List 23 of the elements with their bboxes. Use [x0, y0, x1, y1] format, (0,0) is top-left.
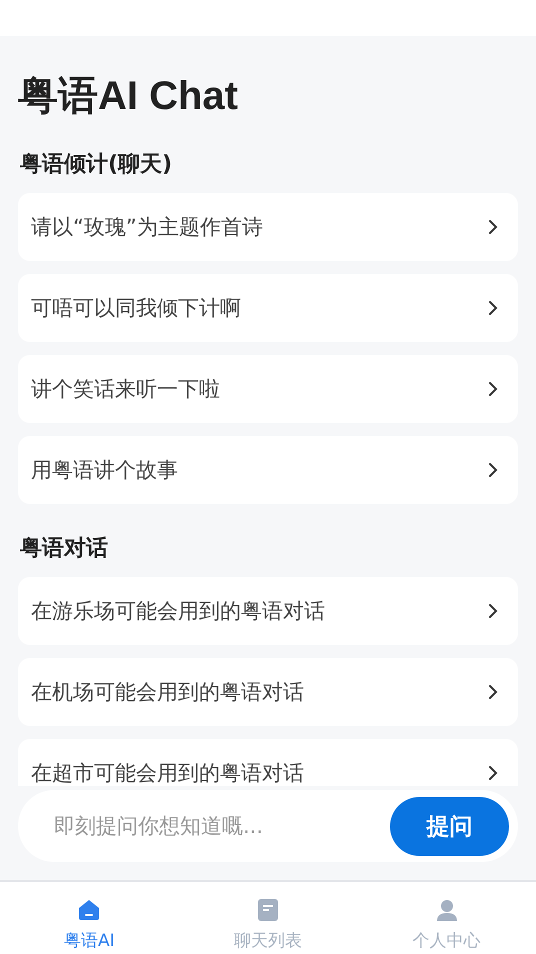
page-title: 粤语AI Chat	[18, 73, 239, 120]
prompt-card[interactable]: 在游乐场可能会用到的粤语对话	[18, 577, 518, 645]
prompt-card[interactable]: 可唔可以同我倾下计啊	[18, 274, 518, 342]
person-icon	[436, 899, 458, 921]
prompt-card[interactable]: 在超市可能会用到的粤语对话	[18, 739, 518, 786]
ask-button[interactable]: 提问	[390, 796, 509, 856]
chevron-icon	[488, 462, 498, 478]
prompt-card[interactable]: 请以“玫瑰”为主题作首诗	[18, 193, 518, 261]
chevron-icon	[488, 300, 498, 316]
prompt-card[interactable]: 在机场可能会用到的粤语对话	[18, 658, 518, 726]
chevron-icon	[488, 765, 498, 781]
prompt-card[interactable]: 用粤语讲个故事	[18, 436, 518, 504]
prompt-card[interactable]: 讲个笑话来听一下啦	[18, 355, 518, 423]
chevron-icon	[488, 381, 498, 397]
chevron-icon	[488, 603, 498, 619]
chevron-icon	[488, 219, 498, 235]
nav-tab[interactable]: 粤语AI	[0, 882, 179, 954]
question-field[interactable]: 即刻提问你想知道嘅... 提问	[18, 790, 518, 862]
document-icon	[258, 899, 278, 921]
home-icon	[78, 899, 100, 921]
section-heading: 粤语倾计(聊天)	[19, 151, 174, 179]
section-heading: 粤语对话	[19, 535, 109, 563]
chevron-icon	[488, 684, 498, 700]
